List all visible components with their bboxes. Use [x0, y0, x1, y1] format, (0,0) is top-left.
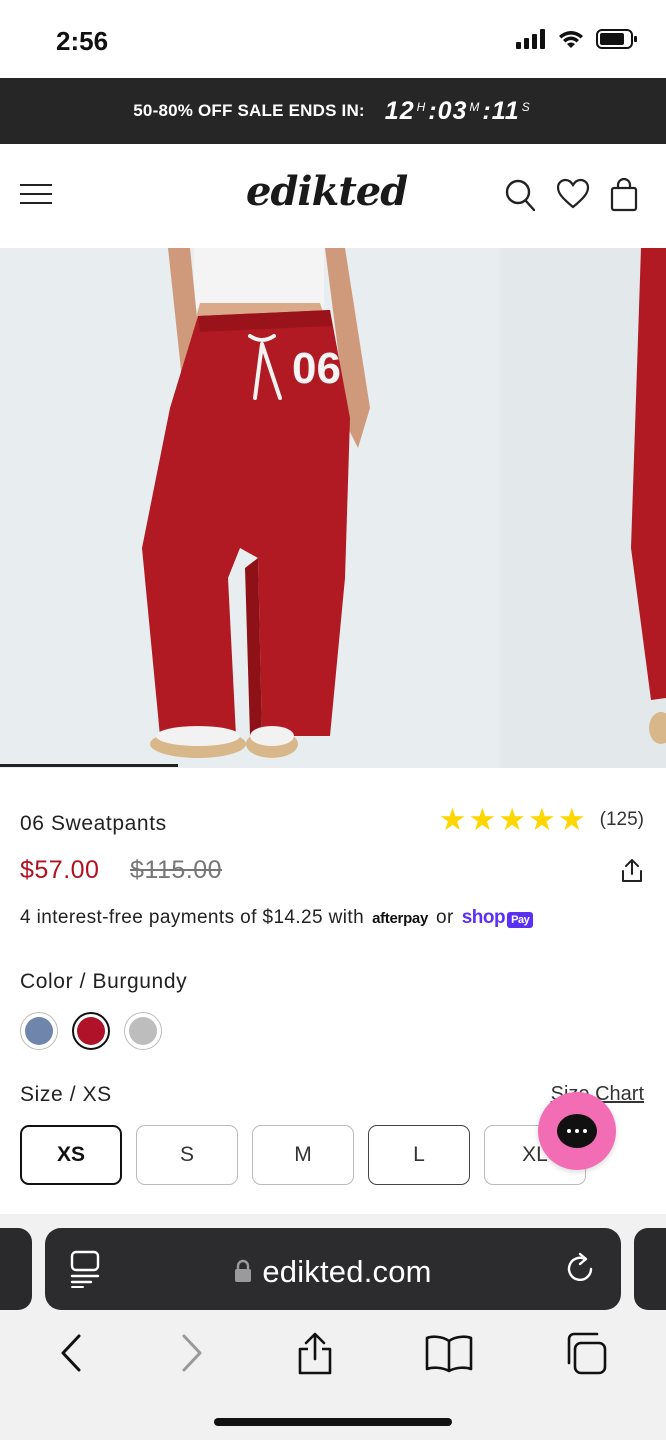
size-option-m[interactable]: M: [252, 1125, 354, 1185]
shop-logo-text: shop: [461, 907, 506, 928]
previous-tab-peek[interactable]: [0, 1228, 32, 1310]
bookmarks-icon[interactable]: [424, 1333, 474, 1373]
sale-price: $57.00: [20, 856, 100, 884]
site-header: edikted: [0, 144, 666, 248]
swatch-blue[interactable]: [20, 1012, 58, 1050]
color-label: Color / Burgundy: [20, 970, 187, 994]
installments-info[interactable]: 4 interest-free payments of $14.25 with …: [20, 907, 534, 929]
size-label-text: Size: [20, 1083, 64, 1106]
wifi-icon: [559, 31, 583, 48]
selected-color: Burgundy: [92, 970, 188, 993]
battery-icon: [596, 29, 637, 49]
seconds-unit: S: [521, 99, 531, 114]
chat-bubble-icon: [557, 1114, 597, 1148]
address-bar[interactable]: edikted.com: [45, 1228, 621, 1310]
countdown-minutes: 03: [437, 96, 468, 125]
search-icon[interactable]: [504, 178, 536, 212]
color-label-text: Color: [20, 970, 74, 993]
url-display[interactable]: edikted.com: [45, 1254, 621, 1290]
countdown-seconds: 11: [491, 96, 520, 125]
review-count[interactable]: (125): [600, 809, 644, 831]
url-text: edikted.com: [262, 1254, 432, 1289]
product-image-main[interactable]: 06: [0, 248, 498, 768]
color-swatches: [20, 1012, 162, 1050]
home-indicator[interactable]: [214, 1418, 452, 1426]
product-image-next[interactable]: [501, 248, 666, 768]
header-actions: [504, 178, 638, 212]
cart-bag-icon[interactable]: [610, 178, 638, 212]
color-sep: /: [73, 970, 93, 993]
countdown-timer: 12 H : 03 M : 11 S: [385, 97, 533, 126]
browser-toolbar: [0, 1318, 666, 1388]
size-option-l[interactable]: L: [368, 1125, 470, 1185]
back-icon[interactable]: [57, 1333, 87, 1373]
countdown-sep: :: [428, 96, 438, 125]
forward-icon[interactable]: [176, 1333, 206, 1373]
tabs-icon[interactable]: [563, 1331, 609, 1375]
svg-text:06: 06: [292, 344, 341, 393]
star-icon: ★: [498, 802, 527, 837]
pay-badge: Pay: [507, 912, 534, 928]
star-icon: ★: [438, 802, 467, 837]
lock-icon: [235, 1259, 252, 1282]
gallery-progress-bar: [0, 764, 178, 767]
star-icon: ★: [468, 802, 497, 837]
swatch-grey[interactable]: [124, 1012, 162, 1050]
heart-icon[interactable]: [556, 178, 590, 210]
sale-countdown-banner[interactable]: 50-80% OFF SALE ENDS IN: 12 H : 03 M : 1…: [0, 78, 666, 144]
size-option-xs[interactable]: XS: [20, 1125, 122, 1185]
product-photo-illustration: 06: [142, 248, 370, 758]
reload-icon[interactable]: [565, 1252, 597, 1286]
sale-label: 50-80% OFF SALE ENDS IN:: [133, 101, 365, 120]
share-sheet-icon[interactable]: [295, 1331, 335, 1375]
star-icon: ★: [557, 802, 586, 837]
browser-chrome: edikted.com: [0, 1214, 666, 1440]
installments-text: 4 interest-free payments of $14.25 with: [20, 907, 365, 928]
status-time: 2:56: [56, 26, 109, 56]
brand-logo[interactable]: edikted: [246, 168, 408, 215]
hours-unit: H: [416, 99, 427, 114]
size-label: Size / XS: [20, 1083, 112, 1107]
swatch-burgundy[interactable]: [72, 1012, 110, 1050]
countdown-hours: 12: [384, 96, 415, 125]
size-options: XS S M L XL: [20, 1125, 586, 1185]
minutes-unit: M: [469, 99, 481, 114]
signal-icon: [516, 29, 545, 49]
status-icons: [516, 28, 638, 50]
product-image-gallery[interactable]: 06: [0, 248, 666, 768]
selected-size: XS: [82, 1083, 112, 1106]
size-sep: /: [63, 1083, 83, 1106]
or-text: or: [436, 907, 454, 928]
chat-button[interactable]: [538, 1092, 616, 1170]
star-icon: ★: [528, 802, 556, 837]
countdown-sep: :: [482, 96, 492, 125]
afterpay-logo[interactable]: afterpay: [372, 910, 428, 927]
share-icon[interactable]: [620, 858, 644, 884]
status-bar: 2:56: [0, 0, 666, 78]
menu-icon[interactable]: [20, 184, 52, 208]
size-option-s[interactable]: S: [136, 1125, 238, 1185]
product-title: 06 Sweatpants: [20, 812, 167, 835]
next-tab-peek[interactable]: [634, 1228, 666, 1310]
product-photo-illustration-partial: [631, 248, 666, 744]
compare-price: $115.00: [130, 856, 223, 884]
product-rating[interactable]: ★ ★ ★ ★ ★ (125): [439, 804, 644, 835]
shop-pay-logo[interactable]: shop Pay: [461, 907, 534, 929]
